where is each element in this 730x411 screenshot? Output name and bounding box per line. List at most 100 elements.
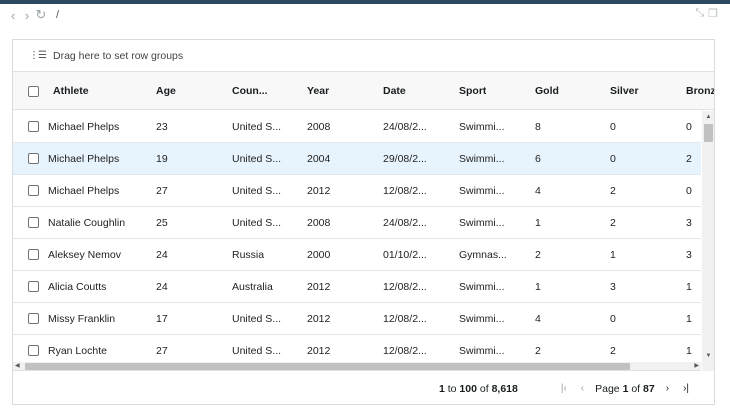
scroll-down-icon[interactable]: ▼ bbox=[702, 350, 714, 362]
cell-gold[interactable]: 2 bbox=[535, 239, 541, 270]
row-group-panel[interactable]: ⋮☰ Drag here to set row groups bbox=[13, 40, 714, 72]
vertical-scrollbar[interactable]: ▲ ▼ bbox=[702, 111, 714, 362]
cell-year[interactable]: 2008 bbox=[307, 111, 330, 142]
cell-age[interactable]: 27 bbox=[156, 175, 168, 206]
cell-bronze[interactable]: 2 bbox=[686, 143, 692, 174]
refresh-icon[interactable]: ↻ bbox=[34, 7, 48, 23]
cell-date[interactable]: 12/08/2... bbox=[383, 303, 427, 334]
header-gold[interactable]: Gold bbox=[535, 72, 559, 110]
forward-chevron-icon[interactable]: › bbox=[20, 8, 34, 23]
prev-page-icon[interactable]: ‹ bbox=[581, 383, 584, 394]
shrink-icon[interactable]: ⤡ bbox=[695, 7, 704, 20]
cell-age[interactable]: 27 bbox=[156, 335, 168, 362]
cell-date[interactable]: 12/08/2... bbox=[383, 271, 427, 302]
scroll-up-icon[interactable]: ▲ bbox=[702, 111, 714, 123]
cell-country[interactable]: United S... bbox=[232, 335, 281, 362]
header-date[interactable]: Date bbox=[383, 72, 406, 110]
scroll-left-icon[interactable]: ◀ bbox=[15, 362, 20, 371]
header-year[interactable]: Year bbox=[307, 72, 329, 110]
vertical-scroll-thumb[interactable] bbox=[704, 124, 713, 142]
cell-bronze[interactable]: 1 bbox=[686, 335, 692, 362]
cell-date[interactable]: 24/08/2... bbox=[383, 207, 427, 238]
cell-athlete[interactable]: Aleksey Nemov bbox=[48, 239, 121, 270]
cell-age[interactable]: 17 bbox=[156, 303, 168, 334]
cell-country[interactable]: Australia bbox=[232, 271, 273, 302]
cell-sport[interactable]: Swimmi... bbox=[459, 271, 505, 302]
cell-bronze[interactable]: 1 bbox=[686, 271, 692, 302]
cell-silver[interactable]: 3 bbox=[610, 271, 616, 302]
row-select-cell[interactable] bbox=[28, 207, 39, 238]
last-page-icon[interactable]: ›| bbox=[683, 383, 689, 394]
cell-country[interactable]: United S... bbox=[232, 143, 281, 174]
row-select-cell[interactable] bbox=[28, 271, 39, 302]
next-page-icon[interactable]: › bbox=[666, 383, 669, 394]
table-row[interactable]: Natalie Coughlin 25 United S... 2008 24/08/2… bbox=[13, 207, 701, 239]
cell-year[interactable]: 2000 bbox=[307, 239, 330, 270]
cell-year[interactable]: 2012 bbox=[307, 175, 330, 206]
table-row[interactable]: Alicia Coutts 24 Australia 2012 12/08/2... Sw… bbox=[13, 271, 701, 303]
cell-sport[interactable]: Swimmi... bbox=[459, 143, 505, 174]
cell-year[interactable]: 2008 bbox=[307, 207, 330, 238]
cell-athlete[interactable]: Missy Franklin bbox=[48, 303, 115, 334]
cell-gold[interactable]: 4 bbox=[535, 303, 541, 334]
cell-athlete[interactable]: Michael Phelps bbox=[48, 111, 119, 142]
row-select-cell[interactable] bbox=[28, 335, 39, 362]
first-page-icon[interactable]: |‹ bbox=[561, 383, 567, 394]
cell-athlete[interactable]: Ryan Lochte bbox=[48, 335, 107, 362]
cell-silver[interactable]: 2 bbox=[610, 175, 616, 206]
row-checkbox[interactable] bbox=[28, 121, 39, 132]
row-select-cell[interactable] bbox=[28, 239, 39, 270]
cell-sport[interactable]: Gymnas... bbox=[459, 239, 507, 270]
select-all-checkbox[interactable] bbox=[28, 85, 39, 97]
cell-gold[interactable]: 6 bbox=[535, 143, 541, 174]
table-row[interactable]: Michael Phelps 23 United S... 2008 24/08/2..… bbox=[13, 111, 701, 143]
cell-silver[interactable]: 1 bbox=[610, 239, 616, 270]
header-age[interactable]: Age bbox=[156, 72, 176, 110]
cell-country[interactable]: United S... bbox=[232, 175, 281, 206]
row-checkbox[interactable] bbox=[28, 313, 39, 324]
cell-bronze[interactable]: 0 bbox=[686, 175, 692, 206]
cell-age[interactable]: 25 bbox=[156, 207, 168, 238]
cell-gold[interactable]: 1 bbox=[535, 207, 541, 238]
horizontal-scroll-thumb[interactable] bbox=[25, 363, 630, 370]
horizontal-scrollbar[interactable]: ◀ ▶ bbox=[13, 362, 701, 371]
cell-sport[interactable]: Swimmi... bbox=[459, 175, 505, 206]
cell-gold[interactable]: 1 bbox=[535, 271, 541, 302]
table-row[interactable]: Michael Phelps 27 United S... 2012 12/08/2..… bbox=[13, 175, 701, 207]
table-row[interactable]: Ryan Lochte 27 United S... 2012 12/08/2... Sw… bbox=[13, 335, 701, 362]
cell-date[interactable]: 29/08/2... bbox=[383, 143, 427, 174]
cell-country[interactable]: United S... bbox=[232, 303, 281, 334]
cell-silver[interactable]: 0 bbox=[610, 303, 616, 334]
row-checkbox[interactable] bbox=[28, 281, 39, 292]
cell-year[interactable]: 2012 bbox=[307, 303, 330, 334]
cell-sport[interactable]: Swimmi... bbox=[459, 335, 505, 362]
cell-silver[interactable]: 2 bbox=[610, 207, 616, 238]
cell-bronze[interactable]: 0 bbox=[686, 111, 692, 142]
scroll-right-icon[interactable]: ▶ bbox=[694, 362, 699, 371]
cell-athlete[interactable]: Michael Phelps bbox=[48, 175, 119, 206]
cell-date[interactable]: 24/08/2... bbox=[383, 111, 427, 142]
row-checkbox[interactable] bbox=[28, 345, 39, 356]
row-select-cell[interactable] bbox=[28, 175, 39, 206]
header-athlete[interactable]: Athlete bbox=[53, 72, 89, 110]
row-select-cell[interactable] bbox=[28, 111, 39, 142]
table-row[interactable]: Missy Franklin 17 United S... 2012 12/08/2..… bbox=[13, 303, 701, 335]
header-sport[interactable]: Sport bbox=[459, 72, 486, 110]
cell-country[interactable]: Russia bbox=[232, 239, 264, 270]
cell-silver[interactable]: 0 bbox=[610, 143, 616, 174]
cell-bronze[interactable]: 3 bbox=[686, 207, 692, 238]
back-chevron-icon[interactable]: ‹ bbox=[6, 8, 20, 23]
cell-age[interactable]: 24 bbox=[156, 239, 168, 270]
cell-sport[interactable]: Swimmi... bbox=[459, 207, 505, 238]
cell-country[interactable]: United S... bbox=[232, 111, 281, 142]
address-path[interactable]: / bbox=[56, 9, 59, 21]
cell-country[interactable]: United S... bbox=[232, 207, 281, 238]
cell-athlete[interactable]: Michael Phelps bbox=[48, 143, 119, 174]
cell-gold[interactable]: 8 bbox=[535, 111, 541, 142]
table-row[interactable]: Michael Phelps 19 United S... 2004 29/08/2..… bbox=[13, 143, 701, 175]
header-bronze[interactable]: Bronze bbox=[686, 72, 714, 110]
row-checkbox[interactable] bbox=[28, 249, 39, 260]
cell-athlete[interactable]: Natalie Coughlin bbox=[48, 207, 125, 238]
cell-age[interactable]: 19 bbox=[156, 143, 168, 174]
table-row[interactable]: Aleksey Nemov 24 Russia 2000 01/10/2... Gymna… bbox=[13, 239, 701, 271]
